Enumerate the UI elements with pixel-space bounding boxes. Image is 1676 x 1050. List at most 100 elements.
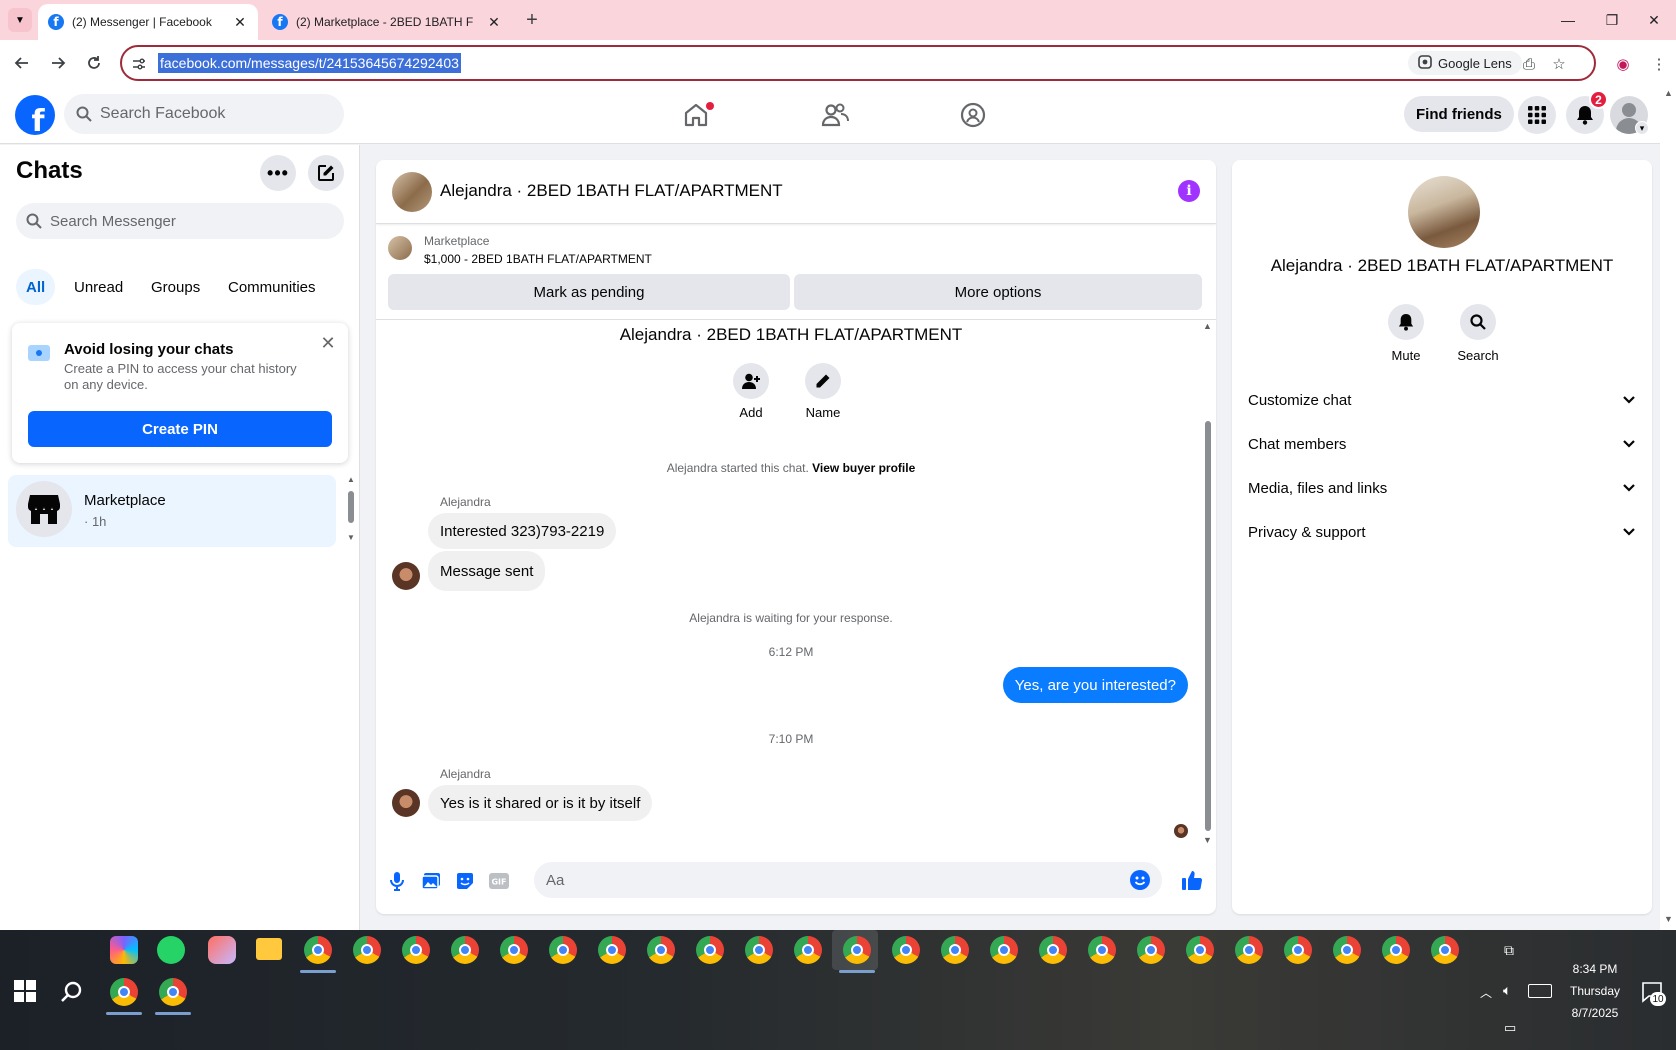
- facebook-logo-icon[interactable]: f: [15, 95, 55, 135]
- incoming-message[interactable]: Message sent: [428, 551, 546, 591]
- menu-button[interactable]: [1518, 96, 1556, 134]
- sender-avatar[interactable]: [392, 562, 420, 590]
- copilot-icon[interactable]: [110, 936, 138, 964]
- chrome-icon[interactable]: [1039, 936, 1067, 964]
- chrome-icon[interactable]: [990, 936, 1018, 964]
- listing-thumbnail[interactable]: [388, 236, 412, 260]
- chrome-icon[interactable]: [1284, 936, 1312, 964]
- chrome-icon[interactable]: [353, 936, 381, 964]
- scroll-thumb[interactable]: [1205, 421, 1211, 831]
- chrome-icon[interactable]: [794, 936, 822, 964]
- mute-button[interactable]: Mute: [1376, 304, 1436, 363]
- close-tab-icon[interactable]: ✕: [486, 14, 502, 30]
- like-icon[interactable]: [1179, 867, 1205, 893]
- meet-now-icon[interactable]: ⧉: [1504, 942, 1514, 959]
- message-input[interactable]: Aa: [534, 862, 1162, 898]
- chrome-icon[interactable]: [304, 936, 332, 964]
- file-explorer-icon[interactable]: [256, 938, 282, 960]
- photo-icon[interactable]: [420, 870, 442, 892]
- emoji-icon[interactable]: [1130, 870, 1150, 890]
- sticker-icon[interactable]: [454, 870, 476, 892]
- thread-scrollbar[interactable]: ▲ ▼: [1200, 321, 1216, 848]
- chrome-icon[interactable]: [941, 936, 969, 964]
- info-icon[interactable]: i: [1178, 180, 1200, 202]
- outgoing-message[interactable]: Yes, are you interested?: [1002, 667, 1188, 703]
- menu-dots-icon[interactable]: ⋮: [1648, 53, 1670, 75]
- chrome-icon[interactable]: [549, 936, 577, 964]
- chrome-icon[interactable]: [1333, 936, 1361, 964]
- name-chat-button[interactable]: Name: [793, 363, 853, 420]
- chrome-icon[interactable]: [1137, 936, 1165, 964]
- account-chevron-icon[interactable]: ▾: [1635, 121, 1649, 135]
- scroll-down-icon[interactable]: ▼: [1664, 914, 1673, 924]
- browser-tab-messenger[interactable]: f (2) Messenger | Facebook ✕: [38, 4, 258, 40]
- page-scrollbar[interactable]: ▲ ▼: [1660, 86, 1676, 930]
- chrome-icon[interactable]: [110, 978, 138, 1006]
- scroll-up-icon[interactable]: ▲: [1664, 88, 1673, 98]
- filter-groups[interactable]: Groups: [141, 269, 210, 305]
- mark-as-pending-button[interactable]: Mark as pending: [388, 274, 790, 310]
- chrome-icon[interactable]: [1382, 936, 1410, 964]
- chrome-icon[interactable]: [647, 936, 675, 964]
- microphone-icon[interactable]: [386, 870, 408, 892]
- chrome-icon[interactable]: [159, 978, 187, 1006]
- clock-time[interactable]: 8:34 PM: [1564, 962, 1626, 976]
- messenger-search-input[interactable]: Search Messenger: [16, 203, 344, 239]
- chat-options-button[interactable]: •••: [260, 155, 296, 191]
- more-options-button[interactable]: More options: [794, 274, 1202, 310]
- filter-all[interactable]: All: [16, 269, 56, 305]
- incoming-message[interactable]: Yes is it shared or is it by itself: [428, 785, 653, 821]
- install-app-icon[interactable]: ⎙: [1518, 53, 1540, 75]
- chrome-icon[interactable]: [1088, 936, 1116, 964]
- restore-button[interactable]: ❐: [1588, 0, 1636, 40]
- filter-unread[interactable]: Unread: [64, 269, 133, 305]
- listing-avatar[interactable]: [1408, 176, 1480, 248]
- chrome-icon[interactable]: [892, 936, 920, 964]
- scroll-up-icon[interactable]: ▲: [347, 475, 355, 484]
- back-button[interactable]: [9, 50, 35, 76]
- google-lens-button[interactable]: Google Lens: [1408, 51, 1522, 75]
- network-icon[interactable]: ▭: [1504, 1020, 1516, 1036]
- chrome-icon[interactable]: [1431, 936, 1459, 964]
- create-pin-button[interactable]: Create PIN: [28, 411, 332, 447]
- gif-icon[interactable]: GIF: [488, 870, 510, 892]
- forward-button[interactable]: [45, 50, 71, 76]
- chrome-icon[interactable]: [402, 936, 430, 964]
- close-tab-icon[interactable]: ✕: [232, 14, 248, 30]
- chat-list-scrollbar[interactable]: ▲ ▼: [346, 475, 356, 545]
- chrome-icon[interactable]: [1186, 936, 1214, 964]
- chrome-icon[interactable]: [598, 936, 626, 964]
- tab-search-button[interactable]: ▼: [8, 8, 32, 32]
- browser-tab-marketplace[interactable]: f (2) Marketplace - 2BED 1BATH F ✕: [262, 4, 512, 40]
- friends-nav-button[interactable]: [813, 94, 857, 136]
- view-buyer-profile-link[interactable]: View buyer profile: [812, 461, 915, 475]
- reload-button[interactable]: [81, 50, 107, 76]
- search-in-chat-button[interactable]: Search: [1448, 304, 1508, 363]
- customize-chat-section[interactable]: Customize chat: [1248, 380, 1636, 420]
- facebook-search-input[interactable]: Search Facebook: [64, 94, 344, 134]
- scroll-down-icon[interactable]: ▼: [347, 533, 355, 542]
- incoming-message[interactable]: Interested 323)793-2219: [428, 513, 617, 549]
- speaker-icon[interactable]: 🔈︎: [1503, 982, 1511, 999]
- privacy-support-section[interactable]: Privacy & support: [1248, 512, 1636, 552]
- scroll-down-icon[interactable]: ▼: [1203, 835, 1212, 845]
- show-hidden-icons-icon[interactable]: ︿: [1480, 984, 1492, 1001]
- groups-nav-button[interactable]: [951, 94, 995, 136]
- filter-communities[interactable]: Communities: [218, 269, 326, 305]
- home-nav-button[interactable]: [674, 94, 718, 136]
- find-friends-button[interactable]: Find friends: [1404, 96, 1514, 132]
- chrome-icon[interactable]: [500, 936, 528, 964]
- chrome-icon[interactable]: [843, 936, 871, 964]
- chrome-icon[interactable]: [745, 936, 773, 964]
- chrome-icon[interactable]: [696, 936, 724, 964]
- listing-title[interactable]: $1,000 - 2BED 1BATH FLAT/APARTMENT: [424, 252, 652, 266]
- new-tab-button[interactable]: +: [520, 8, 544, 32]
- whatsapp-icon[interactable]: [157, 936, 185, 964]
- search-icon[interactable]: [60, 980, 84, 1004]
- close-icon[interactable]: ✕: [318, 333, 338, 353]
- scroll-thumb[interactable]: [348, 491, 354, 523]
- conversation-title[interactable]: Alejandra · 2BED 1BATH FLAT/APARTMENT: [440, 181, 783, 201]
- clock-date[interactable]: 8/7/2025: [1560, 1006, 1630, 1020]
- add-people-button[interactable]: Add: [721, 363, 781, 420]
- chrome-icon[interactable]: [1235, 936, 1263, 964]
